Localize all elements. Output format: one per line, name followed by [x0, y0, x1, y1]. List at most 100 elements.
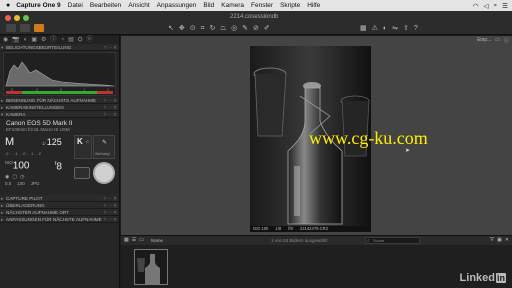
- aperture-value[interactable]: f8: [55, 161, 62, 172]
- picker-tool-icon[interactable]: ⊘: [253, 24, 259, 33]
- library-icon[interactable]: [6, 24, 16, 32]
- pan-tool-icon[interactable]: ✥: [179, 24, 185, 33]
- section-menu-icon[interactable]: ? ··· ✕: [103, 202, 117, 208]
- section-menu-icon[interactable]: ? ··· ✕: [103, 195, 117, 201]
- viewer-controls: Einp... ▭ ⓘ: [477, 37, 509, 44]
- exposure-warning-icon[interactable]: ⚠: [372, 24, 378, 33]
- status-shutter: 1/8: [275, 226, 282, 231]
- menu-kamera[interactable]: Kamera: [221, 2, 244, 9]
- histogram-graph: [4, 61, 116, 87]
- section-title: BELICHTUNGSBEURTEILUNG: [6, 45, 72, 50]
- zoom-window-icon[interactable]: [23, 15, 29, 21]
- section-menu-icon[interactable]: ? ··· ✕: [103, 104, 117, 110]
- capture-button[interactable]: [93, 162, 115, 184]
- thumbnail-size-icon[interactable]: ▣: [497, 237, 502, 243]
- grid-view-icon[interactable]: ▦: [360, 24, 367, 33]
- section-menu-icon[interactable]: ? ··· ✕: [103, 97, 117, 103]
- list-view-icon[interactable]: ☰: [132, 237, 136, 243]
- section-next-location[interactable]: NÄCHSTER AUFNAHME ORT ? ··· ✕: [0, 209, 119, 216]
- timer-icon[interactable]: ◷: [20, 174, 24, 180]
- section-naming[interactable]: BENENNUNG FÜR NÄCHSTE AUFNAHME ? ··· ✕: [0, 97, 119, 104]
- tab-metadata-icon[interactable]: ⓔ: [87, 37, 93, 43]
- grid-view-icon[interactable]: ▦: [124, 237, 129, 243]
- apple-menu-icon[interactable]: ●: [6, 2, 10, 9]
- sort-selector[interactable]: Name: [151, 238, 163, 243]
- filmstrip-icon[interactable]: ▭: [139, 237, 144, 243]
- help-icon[interactable]: ?: [414, 24, 418, 33]
- import-icon[interactable]: [20, 24, 30, 32]
- image-viewer[interactable]: Einp... ▭ ⓘ ISO 100 1/8 f/8 22142479.CR2…: [121, 36, 512, 235]
- section-menu-icon[interactable]: ? ··· ✕: [103, 216, 117, 222]
- viewer-grid-icon[interactable]: ▭: [495, 37, 500, 44]
- rotate-tool-icon[interactable]: ↻: [210, 24, 216, 33]
- tab-details-icon[interactable]: ▤: [68, 37, 74, 43]
- search-input[interactable]: Suche: [365, 237, 420, 244]
- camera-name: Canon EOS 5D Mark II: [6, 120, 73, 127]
- section-title: CAPTURE PILOT: [6, 196, 43, 201]
- menu-anpassungen[interactable]: Anpassungen: [157, 2, 197, 9]
- share-icon[interactable]: ⇧: [403, 24, 409, 33]
- tab-capture-icon[interactable]: 📷: [12, 37, 19, 43]
- menu-datei[interactable]: Datei: [68, 2, 83, 9]
- menu-bild[interactable]: Bild: [203, 2, 214, 9]
- cursor-tools: ↖ ✥ ⊙ ⌗ ↻ ⏢ ◎ ✎ ⊘ ✐: [168, 24, 270, 33]
- tab-exposure-icon[interactable]: ◔: [60, 37, 64, 43]
- filter-icon[interactable]: ⛛: [490, 237, 494, 243]
- annotate-tool-icon[interactable]: ✐: [264, 24, 270, 33]
- menu-icon[interactable]: ☰: [502, 2, 508, 10]
- drive-mode-icon[interactable]: [74, 167, 90, 179]
- spot-tool-icon[interactable]: ◎: [231, 24, 237, 33]
- tab-settings-icon[interactable]: ⚙: [41, 37, 46, 43]
- minimize-window-icon[interactable]: [14, 15, 20, 21]
- exposure-mode[interactable]: M: [5, 136, 14, 148]
- close-icon[interactable]: ✕: [505, 237, 509, 243]
- close-window-icon[interactable]: [5, 15, 11, 21]
- loupe-tool-icon[interactable]: ⊙: [190, 24, 196, 33]
- proof-icon[interactable]: ◐: [383, 24, 387, 33]
- section-overlay[interactable]: ÜBERLAGERUNG ? ··· ✕: [0, 202, 119, 209]
- wifi-icon[interactable]: ◠: [473, 2, 479, 10]
- white-balance-kelvin[interactable]: K C: [74, 135, 92, 159]
- tab-lens-icon[interactable]: ◐: [24, 37, 28, 43]
- picker-label: Weißabgl.: [95, 152, 111, 156]
- menu-fenster[interactable]: Fenster: [251, 2, 273, 9]
- section-menu-icon[interactable]: ? ··· ✕: [103, 111, 117, 117]
- section-title: ANPASSUNGEN FÜR NÄCHSTE AUFNAHME: [6, 217, 102, 222]
- menu-bearbeiten[interactable]: Bearbeiten: [90, 2, 121, 9]
- iso-value[interactable]: ISO100: [5, 160, 29, 171]
- right-tools: ▦ ⚠ ◐ ⇋ ⇧ ?: [360, 24, 418, 33]
- status-filename: 22142479.CR2: [299, 226, 329, 231]
- section-exposure-evaluation[interactable]: BELICHTUNGSBEURTEILUNG ? ··· ✕: [0, 44, 119, 51]
- tab-library-icon[interactable]: ◉: [3, 37, 8, 43]
- menu-hilfe[interactable]: Hilfe: [307, 2, 320, 9]
- capture-icon[interactable]: [34, 24, 44, 32]
- compare-icon[interactable]: ⇋: [392, 24, 398, 33]
- menu-ansicht[interactable]: Ansicht: [128, 2, 149, 9]
- thumbnail[interactable]: [134, 249, 168, 285]
- section-capture-pilot[interactable]: CAPTURE PILOT ? ··· ✕: [0, 195, 119, 202]
- pointer-tool-icon[interactable]: ↖: [168, 24, 174, 33]
- metering-icon[interactable]: ◉: [5, 174, 9, 180]
- brush-tool-icon[interactable]: ✎: [242, 24, 248, 33]
- section-camera[interactable]: KAMERA ? ··· ✕: [0, 111, 119, 118]
- tab-composition-icon[interactable]: ▣: [31, 37, 37, 43]
- menu-skripte[interactable]: Skripte: [280, 2, 300, 9]
- section-camera-settings[interactable]: KAMERAEINSTELLUNGEN ? ··· ✕: [0, 104, 119, 111]
- viewer-info-icon[interactable]: ⓘ: [504, 37, 509, 44]
- volume-icon[interactable]: ◁: [484, 2, 489, 10]
- crop-tool-icon[interactable]: ⌗: [201, 24, 205, 33]
- white-balance-picker[interactable]: ✎ Weißabgl.: [93, 135, 115, 159]
- tab-info-icon[interactable]: ⓘ: [50, 37, 56, 43]
- search-icon[interactable]: ⌕: [494, 2, 498, 10]
- keystone-tool-icon[interactable]: ⏢: [220, 24, 226, 33]
- af-icon[interactable]: ▢: [12, 174, 17, 180]
- section-menu-icon[interactable]: ? ··· ✕: [103, 209, 117, 215]
- section-menu-icon[interactable]: ? ··· ✕: [103, 44, 117, 50]
- tab-adjust-icon[interactable]: ⛭: [78, 37, 83, 43]
- toolbar-left-group: [6, 24, 44, 32]
- shutter-speed[interactable]: 1/125: [42, 137, 62, 147]
- camera-controls: M 1/125 -2 . . -1 . . 0 . . 1 . . 2 ISO1…: [0, 133, 119, 195]
- zoom-selector[interactable]: Einp...: [477, 37, 491, 44]
- section-next-adjustments[interactable]: ANPASSUNGEN FÜR NÄCHSTE AUFNAHME ? ··· ✕: [0, 216, 119, 223]
- menu-app[interactable]: Capture One 9: [16, 2, 60, 9]
